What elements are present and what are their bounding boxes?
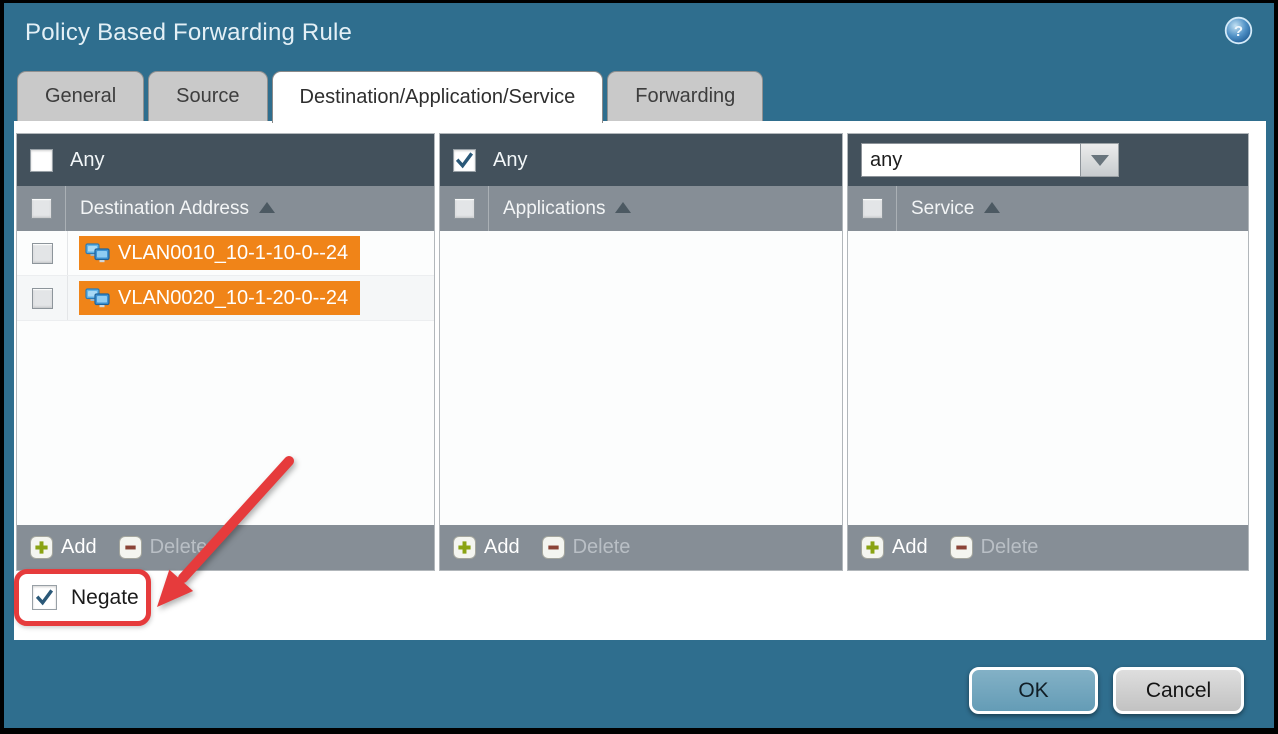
delete-icon <box>119 536 142 559</box>
service-any-header: any <box>848 134 1248 186</box>
delete-button[interactable]: Delete <box>542 536 631 559</box>
applications-column-header[interactable]: Applications <box>489 198 631 220</box>
service-subheader: Service <box>848 186 1248 231</box>
delete-button[interactable]: Delete <box>950 536 1039 559</box>
applications-subheader: Applications <box>440 186 842 231</box>
cancel-button[interactable]: Cancel <box>1113 667 1244 714</box>
applications-toolbar: Add Delete <box>440 525 842 570</box>
applications-selectall-checkbox[interactable] <box>454 198 475 219</box>
destination-subheader: Destination Address <box>17 186 434 231</box>
destination-any-label: Any <box>70 149 104 172</box>
table-row[interactable]: VLAN0010_10-1-10-0--24 <box>17 231 434 276</box>
network-icon <box>85 288 110 309</box>
destination-column: Any Destination Address <box>16 133 435 571</box>
applications-list <box>440 231 842 525</box>
service-column: any Service <box>847 133 1249 571</box>
applications-column: Any Applications Add <box>439 133 843 571</box>
tab-forwarding[interactable]: Forwarding <box>607 71 763 121</box>
negate-label: Negate <box>71 586 139 610</box>
add-button[interactable]: Add <box>30 536 97 559</box>
add-button[interactable]: Add <box>453 536 520 559</box>
tab-bar: General Source Destination/Application/S… <box>17 71 763 121</box>
help-icon[interactable]: ? <box>1224 16 1253 45</box>
service-dropdown-value[interactable]: any <box>861 143 1081 177</box>
add-icon <box>861 536 884 559</box>
address-object-chip[interactable]: VLAN0010_10-1-10-0--24 <box>79 236 360 270</box>
add-button[interactable]: Add <box>861 536 928 559</box>
destination-selectall-checkbox[interactable] <box>31 198 52 219</box>
policy-forwarding-dialog: Policy Based Forwarding Rule ? General S… <box>4 3 1274 728</box>
sort-ascending-icon <box>615 202 631 213</box>
negate-checkbox[interactable] <box>32 585 57 610</box>
applications-any-label: Any <box>493 149 527 172</box>
delete-icon <box>950 536 973 559</box>
sort-ascending-icon <box>259 202 275 213</box>
dropdown-button[interactable] <box>1081 143 1119 177</box>
service-toolbar: Add Delete <box>848 525 1248 570</box>
service-dropdown[interactable]: any <box>861 143 1119 177</box>
tab-general[interactable]: General <box>17 71 144 121</box>
destination-toolbar: Add Delete <box>17 525 434 570</box>
row-checkbox[interactable] <box>32 288 53 309</box>
dialog-title: Policy Based Forwarding Rule <box>25 19 352 47</box>
tab-content: Any Destination Address <box>14 121 1266 640</box>
table-row[interactable]: VLAN0020_10-1-20-0--24 <box>17 276 434 321</box>
service-list <box>848 231 1248 525</box>
address-object-chip[interactable]: VLAN0020_10-1-20-0--24 <box>79 281 360 315</box>
tab-destination-application-service[interactable]: Destination/Application/Service <box>272 71 604 123</box>
applications-any-header: Any <box>440 134 842 186</box>
row-checkbox[interactable] <box>32 243 53 264</box>
ok-button[interactable]: OK <box>969 667 1098 714</box>
destination-any-checkbox[interactable] <box>30 149 53 172</box>
service-selectall-checkbox[interactable] <box>862 198 883 219</box>
svg-text:?: ? <box>1234 23 1243 40</box>
chevron-down-icon <box>1091 155 1109 166</box>
negate-annotation-box: Negate <box>14 569 151 626</box>
add-icon <box>30 536 53 559</box>
destination-any-header: Any <box>17 134 434 186</box>
network-icon <box>85 243 110 264</box>
delete-icon <box>542 536 565 559</box>
sort-ascending-icon <box>984 202 1000 213</box>
applications-any-checkbox[interactable] <box>453 149 476 172</box>
add-icon <box>453 536 476 559</box>
destination-column-header[interactable]: Destination Address <box>66 198 275 220</box>
destination-list: VLAN0010_10-1-10-0--24 <box>17 231 434 525</box>
tab-source[interactable]: Source <box>148 71 267 121</box>
delete-button[interactable]: Delete <box>119 536 208 559</box>
service-column-header[interactable]: Service <box>897 198 1000 220</box>
